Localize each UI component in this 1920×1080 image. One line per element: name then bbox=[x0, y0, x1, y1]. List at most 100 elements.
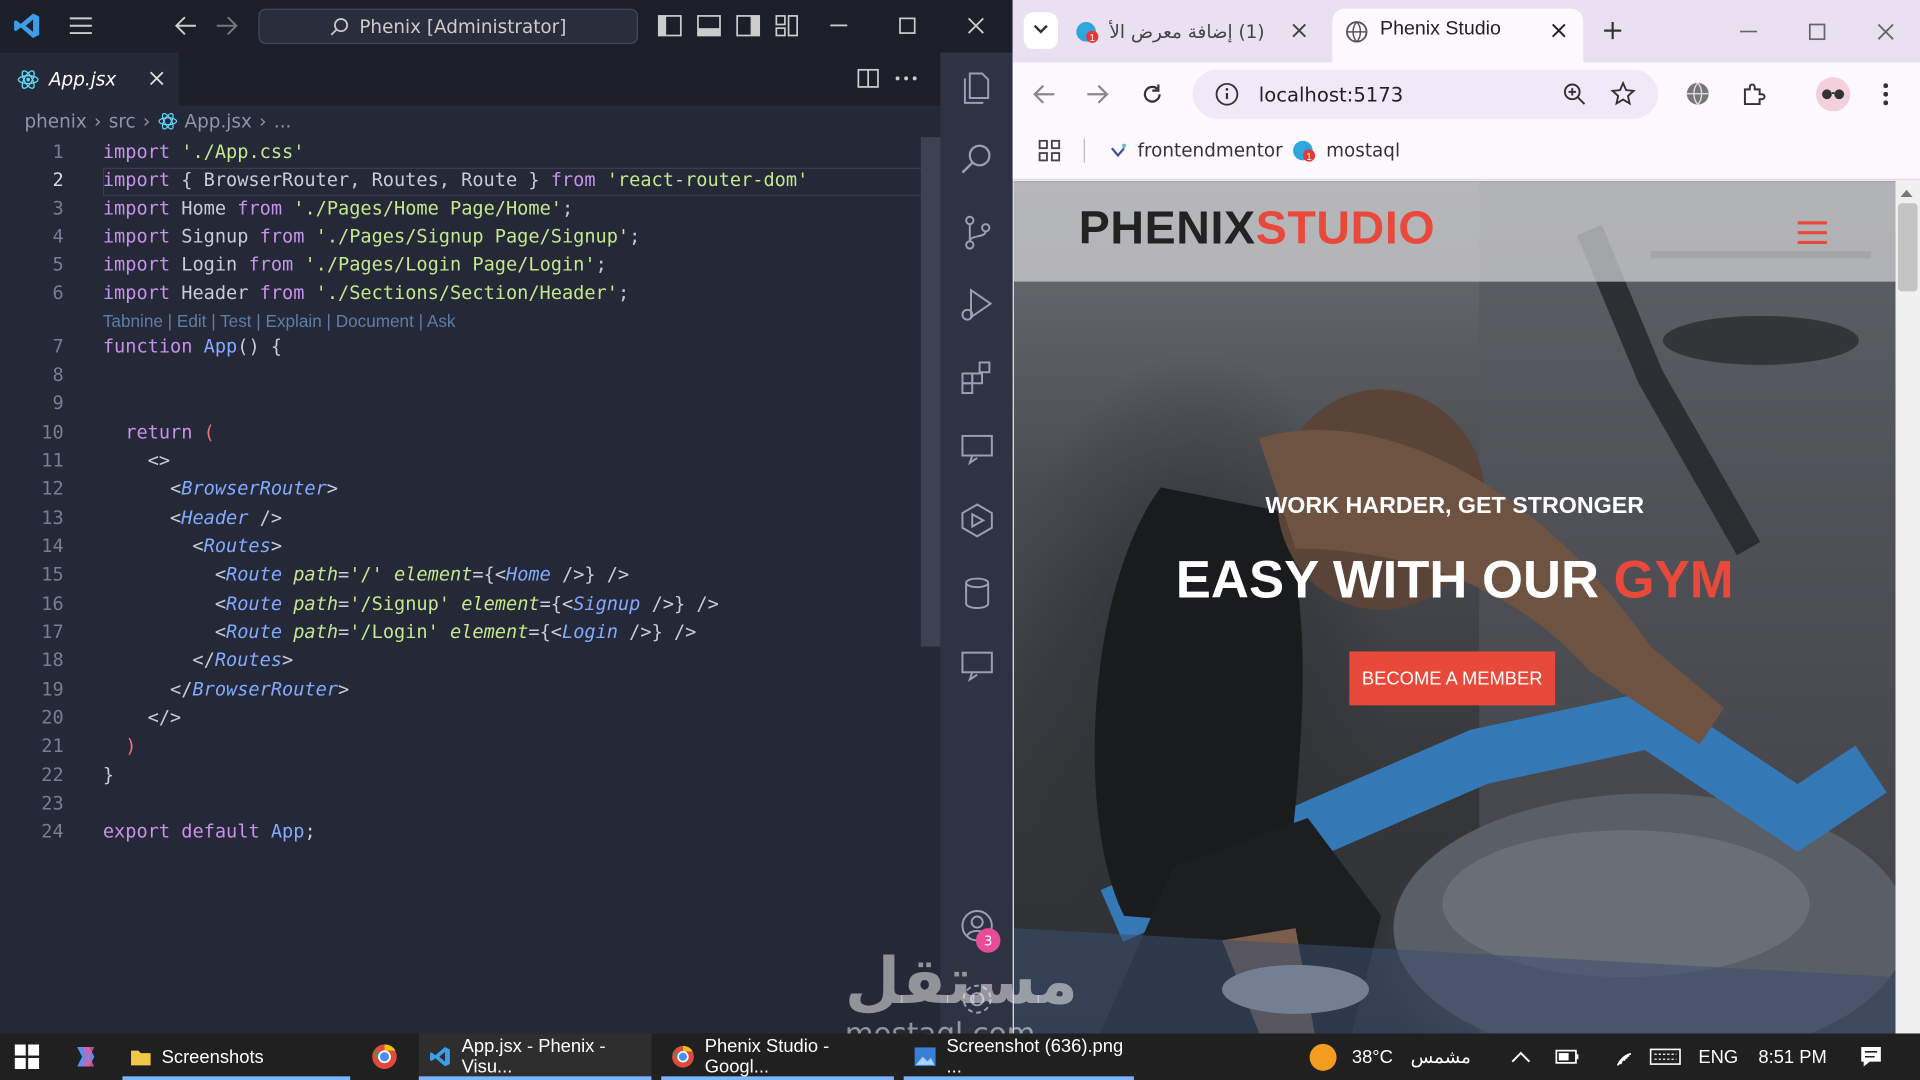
zoom-icon[interactable] bbox=[1562, 82, 1586, 106]
taskbar-screenshot-viewer[interactable]: Screenshot (636).png ... bbox=[904, 1033, 1134, 1080]
maximize-icon[interactable] bbox=[1808, 23, 1826, 41]
chrome-icon bbox=[672, 1045, 694, 1068]
bookmark-mostaql[interactable]: 1 mostaql bbox=[1292, 137, 1400, 164]
apps-grid-icon[interactable] bbox=[1038, 139, 1061, 162]
tab-title: Phenix Studio bbox=[1380, 18, 1501, 40]
code-line: <Route path='/Login' element={<Login />}… bbox=[102, 620, 697, 643]
svg-text:1: 1 bbox=[1090, 33, 1095, 44]
tab-mostaql[interactable]: 1 (1) إضافة معرض الأ bbox=[1075, 15, 1320, 49]
code-line: </Routes> bbox=[102, 648, 294, 672]
explorer-icon[interactable] bbox=[958, 69, 997, 108]
chevron-up-icon[interactable] bbox=[1511, 1051, 1531, 1063]
close-icon[interactable] bbox=[1877, 23, 1894, 40]
code-line: </> bbox=[102, 706, 182, 729]
close-icon[interactable] bbox=[1292, 23, 1307, 38]
extensions-icon[interactable] bbox=[958, 358, 997, 397]
code-line: <Route path='/Signup' element={<Signup /… bbox=[102, 592, 719, 615]
line-number: 2 bbox=[52, 168, 64, 192]
bookmark-frontendmentor[interactable]: frontendmentor bbox=[1108, 137, 1283, 164]
wifi-icon[interactable] bbox=[1607, 1043, 1632, 1066]
taskbar-screenshots[interactable]: Screenshots bbox=[122, 1033, 350, 1080]
address-bar[interactable]: localhost:5173 bbox=[1192, 69, 1658, 119]
scroll-up-icon[interactable] bbox=[1900, 189, 1913, 198]
line-number: 3 bbox=[52, 197, 64, 220]
code-line: ) bbox=[125, 734, 137, 757]
breadcrumb-phenix[interactable]: phenix bbox=[24, 110, 86, 132]
chrome-icon[interactable] bbox=[371, 1043, 398, 1070]
keyboard-icon[interactable] bbox=[1649, 1048, 1681, 1065]
remote-explorer-icon[interactable] bbox=[958, 429, 997, 468]
battery-icon[interactable] bbox=[1555, 1048, 1579, 1065]
notification-icon[interactable] bbox=[1859, 1044, 1883, 1068]
back-arrow-icon[interactable] bbox=[174, 15, 198, 37]
menu-icon[interactable] bbox=[69, 16, 93, 36]
search-icon[interactable] bbox=[958, 140, 997, 179]
vscode-logo-icon[interactable] bbox=[12, 11, 41, 40]
language-indicator[interactable]: ENG bbox=[1698, 1033, 1738, 1080]
bookmark-star-icon[interactable] bbox=[1610, 80, 1636, 107]
minimize-icon[interactable] bbox=[830, 24, 848, 27]
become-member-button[interactable]: BECOME A MEMBER bbox=[1349, 651, 1556, 706]
tab-close-icon[interactable] bbox=[149, 71, 164, 86]
maximize-icon[interactable] bbox=[899, 17, 916, 34]
toggle-secondary-sidebar-icon[interactable] bbox=[736, 15, 761, 37]
more-actions-icon[interactable] bbox=[895, 76, 917, 81]
taskbar-vscode[interactable]: App.jsx - Phenix - Visu... bbox=[418, 1033, 652, 1080]
close-icon[interactable] bbox=[1551, 23, 1566, 38]
tab-search-button[interactable] bbox=[1023, 12, 1058, 49]
react-icon bbox=[158, 112, 177, 130]
weather-temp[interactable]: 38°C bbox=[1352, 1033, 1393, 1080]
toggle-sidebar-icon[interactable] bbox=[657, 15, 682, 37]
breadcrumb-src[interactable]: src bbox=[109, 110, 136, 132]
translate-globe-icon[interactable] bbox=[1685, 81, 1711, 107]
code-line: function App() { bbox=[102, 335, 283, 358]
hamburger-menu-icon[interactable] bbox=[1797, 220, 1827, 245]
profile-avatar[interactable] bbox=[1815, 77, 1851, 112]
code-line: <> bbox=[102, 449, 171, 472]
back-arrow-icon[interactable] bbox=[1032, 83, 1056, 105]
line-number: 21 bbox=[41, 734, 64, 757]
line-number: 10 bbox=[41, 421, 64, 444]
minimize-icon[interactable] bbox=[1740, 30, 1758, 33]
bookmark-label: frontendmentor bbox=[1137, 139, 1283, 162]
windows-start-icon[interactable] bbox=[14, 1044, 40, 1069]
command-center[interactable]: Phenix [Administrator] bbox=[258, 8, 638, 45]
window-title: Phenix [Administrator] bbox=[359, 15, 567, 38]
source-control-icon[interactable] bbox=[958, 213, 997, 252]
active-indicator bbox=[418, 1076, 652, 1080]
forward-arrow-icon[interactable] bbox=[1085, 83, 1109, 105]
extensions-icon[interactable] bbox=[1740, 81, 1767, 108]
kebab-menu-icon[interactable] bbox=[1883, 82, 1889, 106]
reload-icon[interactable] bbox=[1140, 82, 1164, 106]
breadcrumb-file[interactable]: App.jsx bbox=[185, 110, 252, 132]
breadcrumb-more[interactable]: ... bbox=[274, 110, 292, 132]
chat-icon[interactable] bbox=[958, 645, 997, 684]
new-tab-icon[interactable] bbox=[1603, 21, 1623, 41]
site-logo[interactable]: PHENIXSTUDIO bbox=[1079, 203, 1435, 256]
tab-title: (1) إضافة معرض الأ bbox=[1109, 20, 1265, 43]
code-line: import Signup from './Pages/Signup Page/… bbox=[102, 225, 641, 248]
code-line: <BrowserRouter> bbox=[102, 477, 339, 500]
run-debug-icon[interactable] bbox=[958, 285, 997, 324]
testing-icon[interactable] bbox=[958, 501, 997, 540]
close-icon[interactable] bbox=[967, 17, 984, 34]
taskbar-chrome[interactable]: Phenix Studio - Googl... bbox=[661, 1033, 894, 1080]
customize-layout-icon[interactable] bbox=[775, 15, 799, 37]
clock[interactable]: 8:51 PM bbox=[1758, 1033, 1826, 1080]
page-scrollbar[interactable] bbox=[1895, 181, 1920, 1034]
codelens-actions[interactable]: Tabnine | Edit | Test | Explain | Docume… bbox=[103, 307, 456, 335]
scrollbar-thumb[interactable] bbox=[1897, 203, 1918, 292]
database-icon[interactable] bbox=[958, 573, 997, 612]
url-text: localhost:5173 bbox=[1258, 82, 1404, 106]
forward-arrow-icon[interactable] bbox=[214, 15, 238, 37]
toggle-panel-icon[interactable] bbox=[697, 15, 721, 37]
split-editor-icon[interactable] bbox=[857, 68, 879, 89]
line-number: 7 bbox=[52, 335, 64, 358]
copilot-icon[interactable] bbox=[71, 1042, 100, 1071]
sun-weather-icon[interactable] bbox=[1308, 1042, 1339, 1073]
web-page-viewport: PHENIXSTUDIO WORK HARDER, GET STRONGER E… bbox=[1013, 181, 1896, 1034]
site-info-icon[interactable] bbox=[1215, 82, 1239, 106]
line-number: 11 bbox=[41, 449, 64, 472]
weather-text[interactable]: مشمس bbox=[1411, 1033, 1471, 1080]
photos-icon bbox=[914, 1047, 936, 1067]
